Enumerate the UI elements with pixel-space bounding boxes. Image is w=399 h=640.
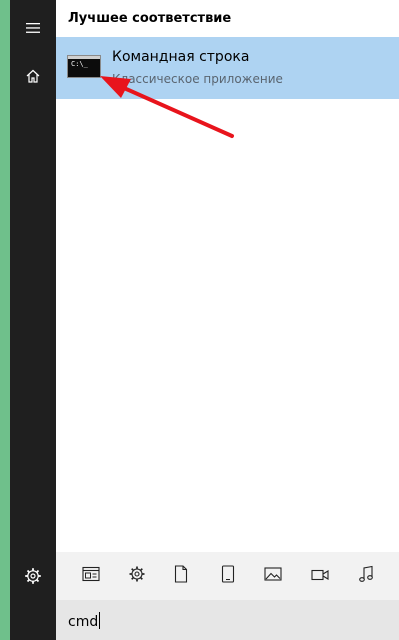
desktop-edge-strip bbox=[0, 0, 10, 640]
settings-filter-icon bbox=[128, 565, 146, 587]
documents-filter-icon bbox=[174, 565, 188, 587]
command-prompt-icon: C:\_ bbox=[67, 55, 101, 78]
apps-filter-icon bbox=[82, 566, 100, 586]
result-subtitle: Классическое приложение bbox=[112, 72, 283, 86]
tablet-filter-button[interactable] bbox=[214, 562, 242, 590]
best-match-result[interactable]: C:\_ Командная строка Классическое прило… bbox=[56, 37, 399, 99]
start-left-rail bbox=[10, 0, 56, 640]
music-filter-icon bbox=[358, 565, 374, 587]
best-match-heading: Лучшее соответствие bbox=[68, 11, 232, 26]
search-filter-bar bbox=[56, 552, 399, 600]
photos-filter-button[interactable] bbox=[259, 562, 287, 590]
hamburger-menu-icon bbox=[25, 22, 41, 34]
search-input[interactable]: cmd bbox=[56, 600, 399, 640]
command-prompt-icon-titlebar bbox=[68, 56, 100, 59]
music-filter-button[interactable] bbox=[352, 562, 380, 590]
home-button[interactable] bbox=[10, 54, 56, 98]
apps-filter-button[interactable] bbox=[77, 562, 105, 590]
search-results-pane: Лучшее соответствие C:\_ Командная строк… bbox=[56, 0, 399, 640]
settings-filter-button[interactable] bbox=[123, 562, 151, 590]
search-query-line: cmd bbox=[68, 612, 101, 630]
result-title: Командная строка bbox=[112, 49, 250, 65]
text-caret bbox=[99, 612, 101, 629]
videos-filter-button[interactable] bbox=[306, 562, 334, 590]
search-query-text: cmd bbox=[68, 614, 99, 630]
command-prompt-icon-text: C:\_ bbox=[71, 60, 88, 68]
settings-button[interactable] bbox=[10, 554, 56, 598]
hamburger-menu-button[interactable] bbox=[10, 6, 56, 50]
tablet-filter-icon bbox=[221, 565, 235, 587]
settings-gear-icon bbox=[24, 567, 42, 585]
start-search-panel: Лучшее соответствие C:\_ Командная строк… bbox=[0, 0, 399, 640]
videos-filter-icon bbox=[311, 567, 329, 586]
home-icon bbox=[25, 68, 41, 84]
photos-filter-icon bbox=[264, 566, 282, 586]
documents-filter-button[interactable] bbox=[167, 562, 195, 590]
